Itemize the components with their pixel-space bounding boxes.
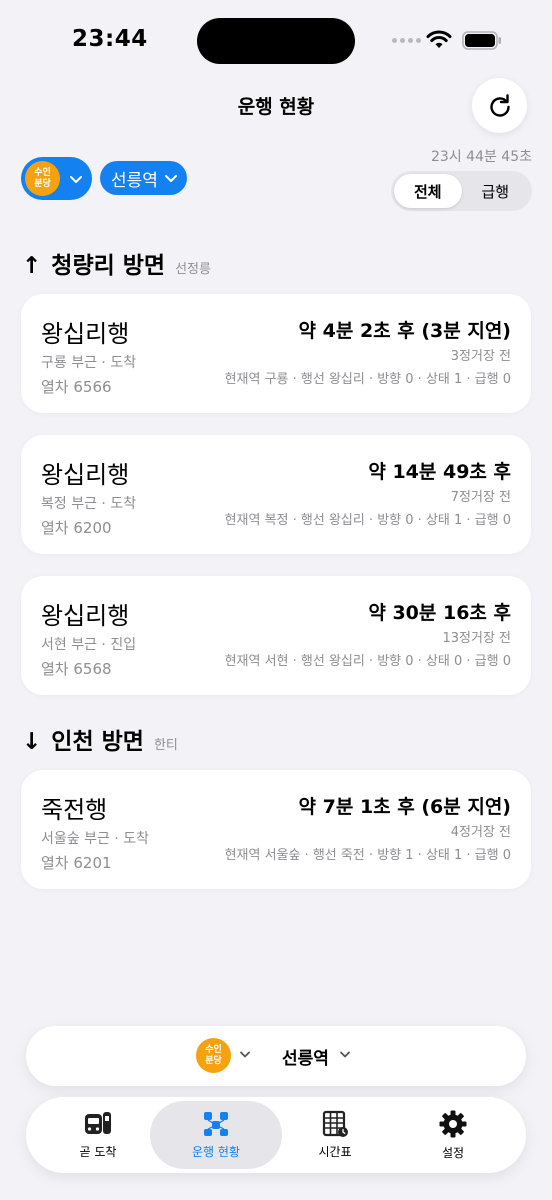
train-location: 구룡 부근 · 도착	[41, 355, 137, 371]
train-location: 복정 부근 · 도착	[41, 496, 137, 512]
train-detail: 현재역 서현 · 행선 왕십리 · 방향 0 · 상태 0 · 급행 0	[224, 654, 511, 669]
route-map-icon	[204, 1112, 228, 1136]
chevron-down-icon[interactable]	[239, 1050, 251, 1059]
train-stops-away: 3정거장 전	[450, 349, 511, 364]
train-destination: 왕십리행	[41, 320, 130, 348]
bottom-line-station-selector: 수인 분당 선릉역	[26, 1026, 526, 1086]
status-time: 23:44	[72, 26, 148, 52]
section-title: 인천 방면	[51, 729, 144, 755]
app-screen: 23:44 운행 현황 23시 44분 45초 수인 분당 선릉역 전체 급행 …	[0, 0, 552, 1200]
section-title: 청량리 방면	[51, 253, 166, 279]
gear-icon	[439, 1110, 467, 1138]
train-destination: 왕십리행	[41, 461, 130, 489]
train-detail: 현재역 서울숲 · 행선 죽전 · 방향 1 · 상태 1 · 급행 0	[224, 848, 511, 863]
line-selector[interactable]: 수인 분당	[21, 157, 92, 200]
tab-label: 설정	[441, 1146, 465, 1160]
chevron-down-icon	[164, 175, 177, 182]
train-eta: 약 30분 16초 후	[368, 602, 511, 624]
refresh-icon	[489, 93, 510, 117]
line-badge-text-2: 분당	[34, 178, 51, 189]
wifi-icon	[426, 30, 452, 48]
filter-segment: 전체 급행	[391, 171, 532, 211]
train-detail: 현재역 구룡 · 행선 왕십리 · 방향 0 · 상태 1 · 급행 0	[224, 372, 511, 387]
train-destination: 죽전행	[41, 796, 108, 824]
train-eta: 약 7분 1초 후 (6분 지연)	[298, 796, 511, 818]
line-badge: 수인 분당	[25, 161, 60, 196]
bottom-line-badge[interactable]: 수인 분당	[196, 1038, 231, 1073]
tab-label: 운행 현황	[192, 1145, 240, 1159]
page-title: 운행 현황	[237, 96, 315, 118]
status-bar: 23:44	[0, 0, 552, 80]
tab-arriving-soon[interactable]: 곧 도착	[32, 1101, 164, 1169]
next-station-label: 한티	[153, 738, 178, 753]
train-stops-away: 7정거장 전	[450, 490, 511, 505]
updated-time: 23시 44분 45초	[431, 149, 532, 165]
next-station-label: 선정릉	[175, 262, 211, 277]
timetable-icon	[322, 1110, 348, 1137]
station-selector[interactable]: 선릉역	[100, 161, 187, 195]
train-stops-away: 13정거장 전	[442, 631, 511, 646]
tab-status[interactable]: 운행 현황	[150, 1101, 282, 1169]
train-card[interactable]: 왕십리행 구룡 부근 · 도착 열차 6566 약 4분 2초 후 (3분 지연…	[21, 294, 531, 413]
train-detail: 현재역 복정 · 행선 왕십리 · 방향 0 · 상태 1 · 급행 0	[224, 513, 511, 528]
chevron-down-icon	[70, 175, 82, 183]
cellular-signal-icon	[392, 38, 421, 43]
arrow-up-icon: ↑	[22, 253, 42, 279]
tab-settings[interactable]: 설정	[387, 1101, 519, 1169]
line-badge-text-2: 분당	[205, 1055, 222, 1066]
train-stops-away: 4정거장 전	[450, 825, 511, 840]
refresh-button[interactable]	[472, 78, 527, 133]
train-number: 열차 6566	[41, 378, 112, 396]
section-header: ↑ 청량리 방면 선정릉	[22, 246, 211, 280]
chevron-down-icon[interactable]	[339, 1050, 351, 1059]
bottom-station-name[interactable]: 선릉역	[282, 1044, 329, 1069]
train-number: 열차 6568	[41, 660, 112, 678]
arrow-down-icon: ↓	[22, 729, 42, 755]
train-location: 서현 부근 · 진입	[41, 637, 137, 653]
train-eta: 약 14분 49초 후	[368, 461, 511, 483]
train-card[interactable]: 왕십리행 서현 부근 · 진입 열차 6568 약 30분 16초 후 13정거…	[21, 576, 531, 695]
tab-bar: 곧 도착 운행 현황 시간표 설정	[26, 1097, 526, 1173]
station-selector-label: 선릉역	[111, 170, 158, 191]
train-number: 열차 6201	[41, 854, 112, 872]
train-eta: 약 4분 2초 후 (3분 지연)	[298, 320, 511, 342]
line-badge-text-1: 수인	[34, 167, 51, 178]
tab-label: 시간표	[318, 1145, 352, 1159]
dynamic-island	[197, 18, 355, 64]
filter-all[interactable]: 전체	[394, 174, 462, 208]
filter-express[interactable]: 급행	[462, 174, 530, 208]
train-card[interactable]: 왕십리행 복정 부근 · 도착 열차 6200 약 14분 49초 후 7정거장…	[21, 435, 531, 554]
tab-label: 곧 도착	[79, 1145, 117, 1159]
train-destination: 왕십리행	[41, 602, 130, 630]
train-front-icon	[85, 1112, 111, 1134]
train-location: 서울숲 부근 · 도착	[41, 831, 149, 847]
tab-timetable[interactable]: 시간표	[269, 1101, 401, 1169]
battery-icon	[462, 31, 501, 50]
section-header: ↓ 인천 방면 한티	[22, 722, 178, 756]
train-number: 열차 6200	[41, 519, 112, 537]
line-badge-text-1: 수인	[205, 1044, 222, 1055]
train-card[interactable]: 죽전행 서울숲 부근 · 도착 열차 6201 약 7분 1초 후 (6분 지연…	[21, 770, 531, 889]
